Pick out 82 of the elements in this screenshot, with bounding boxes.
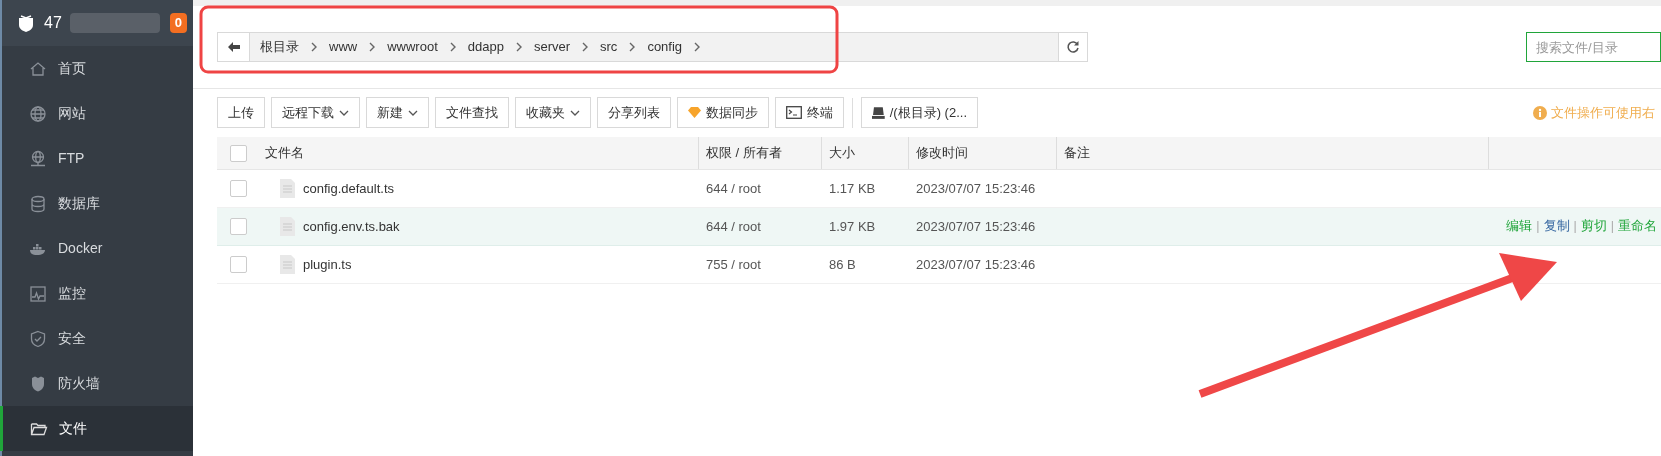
toolbar-button[interactable]: /(根目录) (2... — [861, 97, 978, 128]
file-size: 1.97 KB — [829, 218, 876, 234]
column-header[interactable]: 文件名 — [265, 143, 304, 163]
column-header[interactable]: 备注 — [1064, 143, 1090, 163]
modified-time: 2023/07/07 15:23:46 — [916, 218, 1036, 234]
info-icon — [1533, 105, 1547, 120]
caret-down-icon — [408, 109, 418, 116]
toolbar-button[interactable]: 数据同步 — [677, 97, 769, 128]
column-header[interactable]: 大小 — [829, 143, 855, 163]
file-size: 86 B — [829, 256, 856, 272]
modified-time: 2023/07/07 15:23:46 — [916, 180, 1036, 196]
sidebar-item[interactable]: 监控 — [2, 271, 193, 316]
chevron-right-icon — [369, 42, 376, 52]
separator: | — [1573, 218, 1577, 236]
path-segment[interactable]: src — [600, 37, 618, 57]
shield-icon — [29, 374, 47, 393]
path-segment[interactable]: config — [647, 37, 683, 57]
column-header[interactable]: 修改时间 — [916, 143, 968, 163]
toolbar-button[interactable]: 新建 — [366, 97, 429, 128]
file-name[interactable]: config.default.ts — [303, 178, 395, 199]
separator: | — [1610, 218, 1614, 236]
chevron-right-icon — [582, 42, 589, 52]
file-icon — [280, 255, 295, 274]
column-header[interactable]: 权限 / 所有者 — [706, 143, 782, 163]
toolbar-button[interactable]: 文件查找 — [435, 97, 509, 128]
separator: | — [1536, 218, 1540, 236]
toolbar-button[interactable]: 远程下载 — [271, 97, 360, 128]
refresh-button[interactable] — [1058, 33, 1087, 61]
globe-network-icon — [29, 149, 47, 168]
file-icon — [280, 217, 295, 236]
checkbox[interactable] — [230, 180, 247, 197]
database-icon — [29, 194, 47, 213]
permission-text: 644 / root — [706, 218, 761, 234]
sidebar-item[interactable]: Docker — [2, 226, 193, 271]
toolbar-button[interactable]: 收藏夹 — [515, 97, 591, 128]
path-segment[interactable]: www — [329, 37, 358, 57]
path-segment[interactable]: wwwroot — [387, 37, 438, 57]
path-segment[interactable]: ddapp — [467, 37, 504, 57]
chevron-right-icon — [515, 42, 522, 52]
sidebar-item[interactable]: 文件 — [0, 406, 193, 451]
shield-logo-icon — [16, 13, 36, 33]
checkbox[interactable] — [230, 218, 247, 235]
permission-text: 755 / root — [706, 256, 761, 272]
table-row[interactable]: config.env.ts.bak 644 / root 1.97 KB 2023/07/07 15:23:46 编辑 | 复制 | 剪切 | 重命名 — [217, 208, 1661, 246]
back-button[interactable] — [218, 33, 250, 61]
chevron-right-icon — [694, 42, 701, 52]
chevron-right-icon — [311, 42, 317, 52]
caret-down-icon — [339, 109, 349, 116]
back-arrow-icon — [227, 42, 240, 52]
toolbar-button[interactable]: 分享列表 — [597, 97, 671, 128]
search-field[interactable]: 搜索文件/目录 — [1526, 32, 1661, 62]
sidebar-item[interactable]: 首页 — [2, 46, 193, 91]
sidebar-item[interactable]: 数据库 — [2, 181, 193, 226]
file-name[interactable]: config.env.ts.bak — [303, 216, 400, 237]
globe-icon — [29, 104, 47, 123]
path-segment[interactable]: 根目录 — [260, 37, 299, 57]
disk-icon — [872, 106, 885, 119]
file-size: 1.17 KB — [829, 180, 876, 196]
chevron-right-icon — [629, 42, 636, 52]
sidebar-item[interactable]: 安全 — [2, 316, 193, 361]
chevron-right-icon — [449, 42, 456, 52]
path-segment[interactable]: server — [533, 37, 571, 57]
action-link[interactable]: 复制 — [1543, 217, 1570, 236]
diamond-icon — [688, 107, 701, 118]
toolbar-button[interactable]: 上传 — [217, 97, 265, 128]
file-name[interactable]: plugin.ts — [303, 254, 352, 275]
caret-down-icon — [570, 109, 580, 116]
checkbox[interactable] — [230, 144, 247, 162]
terminal-icon — [786, 106, 802, 119]
chart-icon — [29, 284, 47, 303]
sidebar-item[interactable]: 网站 — [2, 91, 193, 136]
modified-time: 2023/07/07 15:23:46 — [916, 256, 1036, 272]
toolbar-button[interactable]: 终端 — [775, 97, 844, 128]
file-icon — [280, 179, 295, 198]
notice-text: 文件操作可使用右 — [1551, 103, 1655, 122]
sidebar-item[interactable]: 防火墙 — [2, 361, 193, 406]
shield-check-icon — [29, 329, 47, 348]
server-name: 47 — [44, 13, 62, 33]
checkbox[interactable] — [230, 256, 247, 273]
refresh-icon — [1066, 40, 1080, 54]
sidebar-item[interactable]: FTP — [2, 136, 193, 181]
permission-text: 644 / root — [706, 180, 761, 196]
